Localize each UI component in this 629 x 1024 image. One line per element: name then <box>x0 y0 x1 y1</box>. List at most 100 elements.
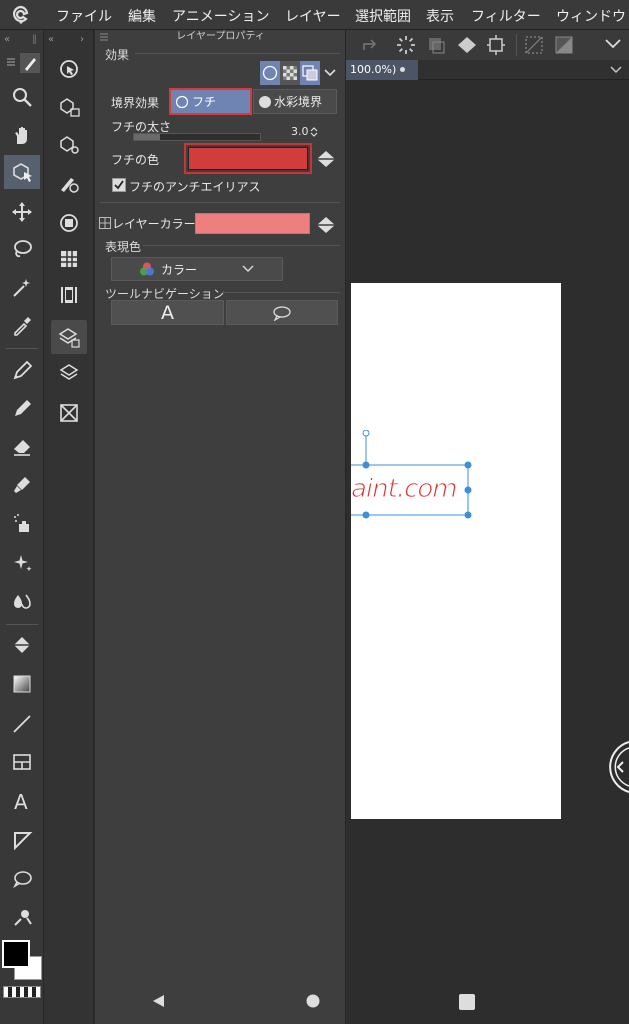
airbrush-tool-icon[interactable] <box>4 506 40 540</box>
effect-dropdown-chevron-icon[interactable] <box>320 61 340 85</box>
text-tool-icon[interactable]: A <box>4 784 40 818</box>
magic-wand-icon[interactable] <box>4 270 40 304</box>
canvas-toolbar <box>346 30 629 60</box>
back-triangle-icon[interactable] <box>150 993 166 1009</box>
canvas-paper[interactable] <box>351 283 561 819</box>
circle-outline-icon <box>175 95 189 108</box>
menu-file[interactable]: ファイル <box>56 6 112 26</box>
border-thickness-value[interactable]: 3.0 <box>291 125 309 138</box>
invert-selection-icon[interactable] <box>554 35 574 55</box>
palette-menu-icon[interactable] <box>4 52 40 74</box>
navigator-icon[interactable] <box>51 396 87 430</box>
border-effect-label: 境界効果 <box>111 96 160 110</box>
document-tab[interactable]: 100.0%) <box>346 60 418 80</box>
layer-move-icon[interactable] <box>51 90 87 124</box>
frame-border-tool-icon[interactable] <box>4 745 40 779</box>
border-option-watercolor-button[interactable]: 水彩境界 <box>253 89 337 114</box>
decoration-tool-icon[interactable] <box>4 546 40 580</box>
menu-filter[interactable]: フィルター <box>471 6 541 26</box>
border-color-fill-bucket-icon[interactable] <box>315 149 337 169</box>
object-select-icon[interactable] <box>51 52 87 86</box>
modified-dot-icon <box>400 67 405 72</box>
zoom-tool-icon[interactable] <box>4 80 40 114</box>
divider <box>100 202 340 203</box>
brush-tool-icon[interactable] <box>4 468 40 502</box>
menu-window[interactable]: ウィンドウ <box>556 6 626 26</box>
timeline-icon[interactable] <box>51 278 87 312</box>
app-logo-icon[interactable] <box>10 4 32 26</box>
transform-icon[interactable] <box>426 35 446 55</box>
correct-line-tool-icon[interactable] <box>4 900 40 934</box>
layer-property-icon[interactable] <box>51 320 87 354</box>
toolbar-divider <box>516 34 517 56</box>
effect-section-label: 効果 <box>105 48 130 62</box>
expression-color-value: カラー <box>160 262 197 277</box>
move-tool-icon[interactable] <box>4 195 40 229</box>
thickness-spinner-icon[interactable] <box>309 125 319 139</box>
svg-text:›: › <box>80 34 84 44</box>
border-color-swatch[interactable] <box>184 143 312 174</box>
object-tool-icon[interactable] <box>4 155 40 189</box>
home-circle-icon[interactable] <box>306 994 320 1008</box>
zoom-level-label: 100.0%) <box>350 63 397 76</box>
eyedropper-icon[interactable] <box>4 308 40 342</box>
tool-separator <box>6 624 38 625</box>
svg-text:«: « <box>48 34 54 44</box>
collapse-arrows-icon[interactable]: «› <box>46 32 92 44</box>
layer-property-panel: レイヤープロパティ 効果 境界効果 フチ 水彩境界 フチの太さ 3.0 フチの色… <box>95 30 346 1024</box>
menu-layer[interactable]: レイヤー <box>285 6 341 26</box>
fill-tool-icon[interactable] <box>4 628 40 662</box>
effect-toggle-group <box>260 61 340 85</box>
layer-color-toggle-icon[interactable] <box>99 217 111 229</box>
menu-animation[interactable]: アニメーション <box>172 6 269 26</box>
border-option-fuchi-button[interactable]: フチ <box>169 88 252 115</box>
tool-nav-balloon-button[interactable] <box>226 300 338 325</box>
border-color-label: フチの色 <box>111 153 160 167</box>
border-thickness-slider[interactable] <box>133 133 261 141</box>
main-color-swatch[interactable] <box>2 940 30 968</box>
menu-view[interactable]: 表示 <box>426 6 454 26</box>
pen-tool-icon[interactable] <box>4 353 40 387</box>
round-layer-icon[interactable] <box>51 206 87 240</box>
lasso-tool-icon[interactable] <box>4 232 40 266</box>
balloon-tool-icon[interactable] <box>4 823 40 857</box>
document-tab-bar: 100.0%) <box>346 60 629 80</box>
layer-color-swatch[interactable] <box>195 213 310 234</box>
border-effect-icon[interactable] <box>260 61 280 85</box>
tone-effect-icon[interactable] <box>280 61 300 85</box>
recent-apps-square-icon[interactable] <box>459 994 475 1010</box>
antialias-checkbox[interactable] <box>112 178 126 192</box>
transparent-color-swatch[interactable] <box>3 986 41 998</box>
layer-color-effect-icon[interactable] <box>300 61 320 85</box>
color-swatches[interactable] <box>2 938 42 982</box>
fill-selection-icon[interactable] <box>456 35 478 55</box>
eraser-tool-icon[interactable] <box>4 429 40 463</box>
toolbar-more-chevron-icon[interactable] <box>604 37 622 51</box>
text-object-selection[interactable]: aint.com <box>351 430 476 522</box>
menu-selection[interactable]: 選択範囲 <box>355 6 411 26</box>
tool-nav-text-button[interactable]: A <box>111 300 224 325</box>
loading-spinner-icon[interactable] <box>396 35 416 55</box>
clear-selection-icon[interactable] <box>524 35 544 55</box>
side-panel-toggle-icon[interactable] <box>603 740 629 794</box>
tab-list-chevron-icon[interactable] <box>610 65 622 75</box>
material-icon[interactable] <box>51 242 87 276</box>
blend-tool-icon[interactable] <box>4 583 40 617</box>
expression-color-dropdown[interactable]: カラー <box>111 257 283 281</box>
brush-settings-icon[interactable] <box>51 166 87 200</box>
redo-icon[interactable] <box>360 36 378 54</box>
crop-icon[interactable] <box>486 34 506 56</box>
gradient-tool-icon[interactable] <box>4 667 40 701</box>
speech-balloon-icon <box>273 305 291 321</box>
layer-icon[interactable] <box>51 356 87 390</box>
speech-balloon-tool-icon[interactable] <box>4 862 40 896</box>
hand-tool-icon[interactable] <box>4 118 40 152</box>
border-color-fill <box>188 147 308 170</box>
pencil-tool-icon[interactable] <box>4 391 40 425</box>
layer-color-fill-bucket-icon[interactable] <box>315 215 337 235</box>
layer-settings-icon[interactable] <box>51 128 87 162</box>
tool-separator <box>6 348 38 349</box>
menu-edit[interactable]: 編集 <box>128 6 156 26</box>
figure-tool-icon[interactable] <box>4 707 40 741</box>
collapse-left-icon[interactable]: «‖ <box>2 32 42 44</box>
